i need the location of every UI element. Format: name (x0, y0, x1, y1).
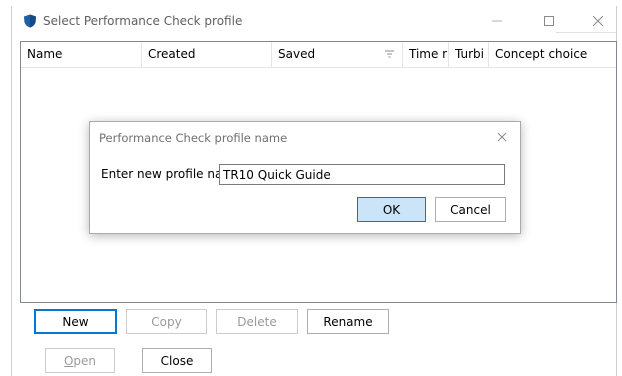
sort-descending-icon (385, 50, 394, 58)
column-header-turbine[interactable]: Turbi (449, 42, 489, 67)
close-icon[interactable] (494, 129, 510, 145)
titlebar-separator (556, 32, 616, 33)
delete-button[interactable]: Delete (216, 309, 298, 334)
close-icon (593, 16, 603, 26)
rename-button[interactable]: Rename (307, 309, 389, 334)
minimize-button[interactable] (475, 8, 519, 34)
maximize-icon (544, 16, 554, 26)
column-header-label: Name (27, 47, 63, 61)
column-header-label: Turbi (455, 47, 484, 61)
profile-name-input[interactable] (219, 164, 505, 185)
window-title: Select Performance Check profile (43, 14, 243, 28)
open-button[interactable]: Open (45, 348, 115, 373)
column-header-saved[interactable]: Saved (272, 42, 403, 67)
column-header-label: Created (148, 47, 196, 61)
open-button-label-rest: pen (73, 353, 97, 368)
title-bar[interactable]: Select Performance Check profile (12, 6, 616, 36)
column-header-name[interactable]: Name (21, 42, 142, 67)
dialog-title: Performance Check profile name (99, 131, 288, 145)
ok-button[interactable]: OK (357, 197, 426, 222)
column-header-concept-choice[interactable]: Concept choice (489, 42, 616, 67)
profile-name-dialog: Performance Check profile name Enter new… (89, 121, 521, 234)
list-header: Name Created Saved Time r Turbi Concept (21, 42, 616, 68)
shield-icon (24, 14, 36, 28)
column-header-label: Time r (409, 47, 448, 61)
window-close-button[interactable] (576, 8, 620, 34)
column-header-time[interactable]: Time r (403, 42, 449, 67)
close-button[interactable]: Close (142, 348, 212, 373)
copy-button[interactable]: Copy (126, 309, 207, 334)
maximize-button[interactable] (527, 8, 571, 34)
column-header-label: Concept choice (495, 47, 588, 61)
column-header-label: Saved (278, 47, 316, 61)
cancel-button[interactable]: Cancel (435, 197, 506, 222)
minimize-icon (492, 20, 502, 22)
new-button[interactable]: New (34, 309, 117, 334)
open-button-mnemonic: O (63, 353, 74, 368)
column-header-created[interactable]: Created (142, 42, 272, 67)
